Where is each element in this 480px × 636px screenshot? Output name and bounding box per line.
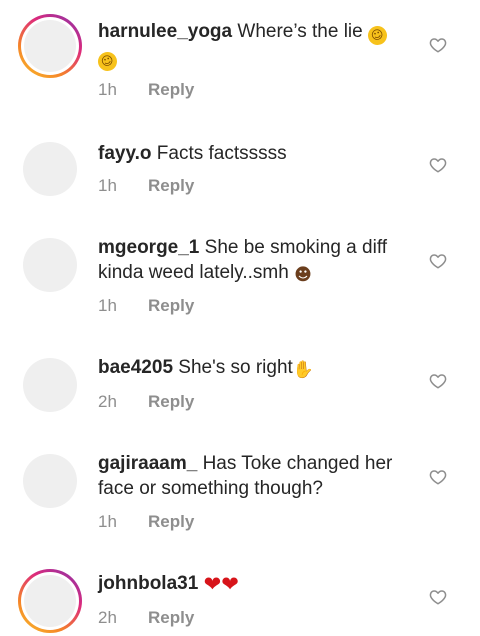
reply-button[interactable]: Reply — [148, 392, 194, 411]
comment-timestamp: 1h — [98, 176, 117, 195]
comment-timestamp: 1h — [98, 296, 117, 315]
comment-username[interactable]: johnbola31 — [98, 573, 198, 594]
reply-button[interactable]: Reply — [148, 80, 194, 99]
comment-text: Facts factsssss — [156, 143, 287, 164]
comment-meta: 2h Reply — [98, 391, 194, 413]
comment-timestamp: 2h — [98, 392, 117, 411]
avatar[interactable] — [23, 358, 77, 412]
raising-hands-icon: ✋ — [292, 360, 314, 380]
comment-username[interactable]: harnulee_yoga — [98, 21, 232, 42]
rolling-on-floor-laughing-icon: ☺ — [95, 49, 120, 74]
comment-text: She's so right — [178, 357, 293, 378]
comment-body: gajiraaam_ Has Toke changed her face or … — [98, 451, 416, 501]
comment-text: Where’s the lie — [237, 21, 363, 42]
comment-meta: 1h Reply — [98, 175, 194, 197]
comment-timestamp: 1h — [98, 512, 117, 531]
avatar[interactable] — [18, 14, 82, 78]
comment-timestamp: 1h — [98, 80, 117, 99]
comment-body: fayy.o Facts factsssss — [98, 141, 416, 166]
comment-timestamp: 2h — [98, 608, 117, 627]
comment-meta: 1h Reply — [98, 79, 194, 101]
reply-button[interactable]: Reply — [148, 296, 194, 315]
comment-body: harnulee_yoga Where’s the lie ☺ ☺ — [95, 19, 416, 74]
comment-username[interactable]: gajiraaam_ — [98, 453, 197, 474]
comment-body: johnbola31 ❤❤ — [98, 571, 416, 596]
heart-outline-icon[interactable] — [429, 372, 447, 390]
comment-body: bae4205 She's so right✋ — [98, 355, 416, 380]
man-facepalming-icon: ☻ — [294, 265, 312, 285]
heart-outline-icon[interactable] — [429, 36, 447, 54]
heart-outline-icon[interactable] — [429, 156, 447, 174]
avatar-story-ring — [21, 17, 79, 75]
avatar-story-ring — [21, 572, 79, 630]
red-heart-icon: ❤ — [203, 572, 222, 596]
heart-outline-icon[interactable] — [429, 468, 447, 486]
avatar[interactable] — [23, 238, 77, 292]
heart-outline-icon[interactable] — [429, 588, 447, 606]
reply-button[interactable]: Reply — [148, 512, 194, 531]
avatar[interactable] — [23, 142, 77, 196]
reply-button[interactable]: Reply — [148, 608, 194, 627]
comment-meta: 2h Reply — [98, 607, 194, 629]
avatar-image — [24, 575, 76, 627]
avatar[interactable] — [18, 569, 82, 633]
avatar-image — [24, 20, 76, 72]
avatar[interactable] — [23, 454, 77, 508]
comment-meta: 1h Reply — [98, 511, 194, 533]
comment-meta: 1h Reply — [98, 295, 194, 317]
comment-username[interactable]: bae4205 — [98, 357, 173, 378]
comment-body: mgeorge_1 She be smoking a diff kinda we… — [98, 235, 416, 285]
heart-outline-icon[interactable] — [429, 252, 447, 270]
rolling-on-floor-laughing-icon: ☺ — [365, 23, 390, 48]
red-heart-icon: ❤ — [221, 572, 239, 596]
comment-username[interactable]: fayy.o — [98, 143, 152, 164]
reply-button[interactable]: Reply — [148, 176, 194, 195]
comment-username[interactable]: mgeorge_1 — [98, 237, 199, 258]
